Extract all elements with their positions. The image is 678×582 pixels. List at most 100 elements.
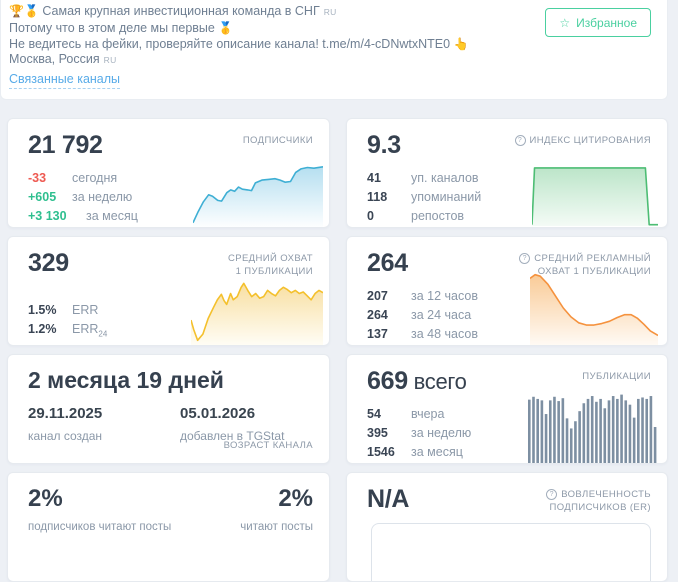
err-stats: 1.5% ERR 1.2% ERR24	[28, 301, 107, 344]
ad-reach-value: 264	[367, 249, 408, 277]
channel-created-label: канал создан	[28, 429, 103, 443]
err-subscript: 24	[98, 329, 108, 339]
stat-row: +3 130 за месяц	[28, 207, 138, 226]
stat-value: 207	[367, 289, 388, 303]
stat-label: за 24 часа	[411, 308, 472, 322]
description-line-1: 🏆🥇 Самая крупная инвестиционная команда …	[9, 4, 469, 21]
stat-label: вчера	[411, 407, 445, 421]
average-reach-sparkline-chart	[191, 267, 323, 345]
publications-card: 669 всего ПУБЛИКАЦИИ 54 вчера 395 за нед…	[346, 354, 668, 464]
related-channels-link[interactable]: Связанные каналы	[9, 72, 121, 89]
stat-row: 1.5% ERR	[28, 301, 107, 320]
citation-sparkline-chart	[532, 160, 658, 226]
channel-description: 🏆🥇 Самая крупная инвестиционная команда …	[9, 4, 469, 69]
favorite-button[interactable]: ☆ Избранное	[545, 8, 651, 37]
stat-value: +3 130	[28, 209, 67, 223]
ad-reach-card: 264 ? СРЕДНИЙ РЕКЛАМНЫЙ ОХВАТ 1 ПУБЛИКАЦ…	[346, 236, 668, 346]
stat-row: 1546 за месяц	[367, 443, 471, 462]
channel-age-value: 2 месяца 19 дней	[28, 367, 224, 393]
ad-reach-sparkline-chart	[530, 271, 658, 345]
stat-label: за месяц	[411, 445, 463, 459]
stat-row: -33 сегодня	[28, 169, 138, 188]
stat-label: за неделю	[411, 426, 472, 440]
engagement-value: N/A	[367, 485, 410, 513]
channel-age-card-title: ВОЗРАСТ КАНАЛА	[223, 440, 313, 451]
stat-row: 118 упоминаний	[367, 188, 481, 207]
stat-label: ERR24	[72, 322, 108, 339]
citation-stats: 41 уп. каналов 118 упоминаний 0 репостов	[367, 169, 481, 226]
stat-row: +605 за неделю	[28, 188, 138, 207]
description-text: Не ведитесь на фейки, проверяйте описани…	[9, 36, 451, 51]
stat-label: упоминаний	[411, 190, 482, 204]
lang-badge: RU	[323, 7, 337, 17]
stat-row: 264 за 24 часа	[367, 306, 478, 325]
subscribers-card-title: ПОДПИСЧИКИ	[242, 135, 313, 146]
pointing-hand-icon: 👆	[453, 36, 469, 51]
stat-value: 264	[367, 308, 388, 322]
star-icon: ☆	[559, 15, 571, 30]
tgstat-added-date: 05.01.2026	[180, 405, 256, 422]
description-line-3: Не ведитесь на фейки, проверяйте описани…	[9, 37, 469, 53]
stat-value: 1546	[367, 445, 395, 459]
stat-value: 118	[367, 190, 388, 204]
description-line-4: Москва, Россия RU	[9, 52, 469, 69]
info-icon[interactable]: ?	[519, 253, 531, 264]
lang-badge: RU	[103, 55, 117, 66]
medal-icon: 🥇	[218, 20, 234, 35]
description-line-2: Потому что в этом деле мы первые 🥇	[9, 21, 469, 37]
channel-age-card: 2 месяца 19 дней 29.11.2025 канал создан…	[7, 354, 330, 464]
stat-row: 207 за 12 часов	[367, 287, 478, 306]
stat-label: за 48 часов	[411, 327, 478, 341]
engagement-card: N/A ? ВОВЛЕЧЕННОСТЬ ПОДПИСЧИКОВ (ER)	[346, 472, 668, 582]
stat-row: 41 уп. каналов	[367, 169, 481, 188]
stat-value: 1.2%	[28, 322, 57, 336]
stat-row: 54 вчера	[367, 405, 471, 424]
tgstat-added-block: 05.01.2026 добавлен в TGStat	[180, 405, 284, 443]
publications-stats: 54 вчера 395 за неделю 1546 за месяц	[367, 405, 471, 462]
er-read-card: 2% подписчиков читают посты 2% читают по…	[7, 472, 330, 582]
stat-row: 0 репостов	[367, 207, 481, 226]
engagement-card-title: ? ВОВЛЕЧЕННОСТЬ ПОДПИСЧИКОВ (ER)	[546, 488, 651, 514]
er-read-right-value: 2%	[278, 485, 313, 512]
average-reach-card: 329 СРЕДНИЙ ОХВАТ 1 ПУБЛИКАЦИИ 1.5% ERR …	[7, 236, 330, 346]
favorite-button-label: Избранное	[576, 15, 637, 30]
info-icon[interactable]: ?	[546, 489, 558, 500]
er-read-left-label: подписчиков читают посты	[28, 521, 172, 533]
stat-label: репостов	[411, 209, 465, 223]
card-title-text: ВОВЛЕЧЕННОСТЬ	[561, 489, 651, 500]
publications-total: 669 всего	[367, 367, 467, 395]
stat-label: ERR	[72, 303, 99, 317]
stat-label: уп. каналов	[411, 171, 479, 185]
engagement-inner-panel	[371, 523, 651, 581]
stat-value: 0	[367, 209, 374, 223]
card-title-text: СРЕДНИЙ РЕКЛАМНЫЙ	[534, 253, 651, 264]
stat-row: 137 за 48 часов	[367, 325, 478, 344]
trophy-medal-icon: 🏆🥇	[9, 4, 39, 18]
channel-location: Москва, Россия	[9, 52, 100, 67]
er-read-left-value: 2%	[28, 485, 63, 512]
subscribers-stats: -33 сегодня +605 за неделю +3 130 за мес…	[28, 169, 138, 226]
info-icon[interactable]: ?	[514, 135, 526, 146]
card-title-text: ИНДЕКС ЦИТИРОВАНИЯ	[529, 135, 651, 146]
stat-value: +605	[28, 190, 57, 204]
er-read-right-label: читают посты	[240, 521, 313, 533]
stat-value: 1.5%	[28, 303, 57, 317]
subscribers-count: 21 792	[28, 131, 103, 159]
stat-value: 54	[367, 407, 381, 421]
subscribers-card: 21 792 ПОДПИСЧИКИ -33 сегодня +605 за не…	[7, 118, 330, 228]
card-title-text: СРЕДНИЙ ОХВАТ	[227, 253, 313, 264]
subscribers-sparkline-chart	[193, 157, 323, 227]
citation-card-title: ? ИНДЕКС ЦИТИРОВАНИЯ	[514, 134, 652, 147]
average-reach-value: 329	[28, 249, 69, 277]
stat-value: 395	[367, 426, 388, 440]
stat-label: за неделю	[72, 190, 133, 204]
stat-row: 1.2% ERR24	[28, 320, 107, 344]
publications-total-suffix: всего	[407, 369, 467, 394]
stat-value: 41	[367, 171, 381, 185]
publications-bar-chart	[528, 391, 658, 463]
card-title-text: ПОДПИСЧИКОВ (ER)	[549, 502, 651, 513]
stat-row: 395 за неделю	[367, 424, 471, 443]
stat-label: сегодня	[72, 171, 118, 185]
channel-created-date: 29.11.2025	[28, 405, 103, 422]
ad-reach-stats: 207 за 12 часов 264 за 24 часа 137 за 48…	[367, 287, 478, 344]
